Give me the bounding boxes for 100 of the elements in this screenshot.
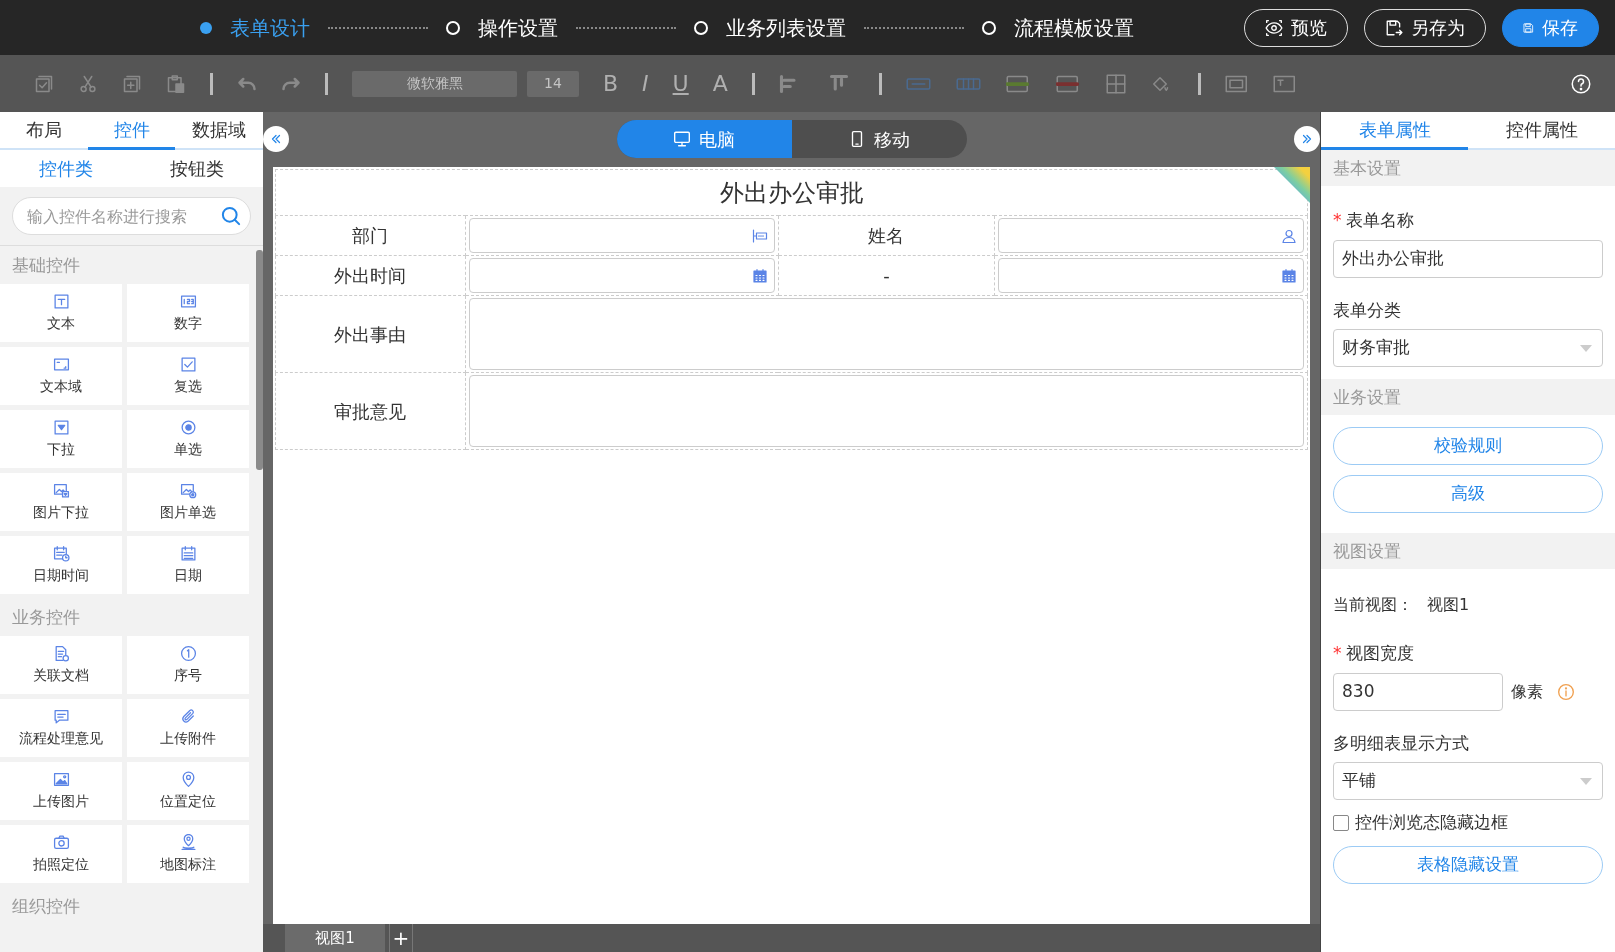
palette-label: 图片下拉 [33,502,89,522]
field-label: 外出时间 [275,255,466,296]
palette-item[interactable]: 流程处理意见 [0,699,122,757]
palette-item[interactable]: 数字 [127,284,249,342]
group-heading: 业务控件 [11,606,81,629]
palette-item[interactable]: 上传图片 [0,762,122,820]
collapse-button[interactable] [263,126,289,152]
section-heading: 视图设置 [1321,533,1615,569]
calendar-icon [179,544,197,562]
action-button[interactable]: 高级 [1333,475,1603,513]
group-heading: 基础控件 [11,254,81,277]
palette-label: 复选 [174,376,202,396]
palette-item[interactable]: 文本 [0,284,122,342]
input-field[interactable] [997,258,1304,293]
palette-item[interactable]: 单选 [127,410,249,468]
field-label: 审批意见 [275,372,466,450]
palette-label: 单选 [174,439,202,459]
section-heading: 业务设置 [1321,379,1615,415]
action-button[interactable]: 校验规则 [1333,427,1603,465]
panel-tab[interactable]: 布局 [0,112,88,150]
info-icon [1557,682,1575,701]
palette-label: 文本 [47,313,75,333]
category-tab[interactable]: 按钮类 [131,150,263,187]
double-chevron-icon [269,132,283,146]
dropdown-field[interactable]: 财务审批 [1333,329,1603,367]
text-field-icon [52,292,70,310]
palette-label: 上传附件 [160,728,216,748]
scissors-icon [78,73,98,94]
comment-icon [52,707,70,725]
palette-item[interactable]: 文本域 [0,347,122,405]
palette-item[interactable]: 关联文档 [0,636,122,694]
field-label: 姓名 [778,215,995,256]
field-label: 视图宽度 [1345,642,1414,665]
panel-tab[interactable]: 数据域 [175,112,263,150]
view-toggle[interactable]: 移动 [791,120,967,158]
person-icon [1281,227,1297,244]
paste-icon [166,73,186,94]
step-label[interactable]: 表单设计 [230,12,310,43]
view-toggle[interactable]: 电脑 [616,120,792,158]
action-button[interactable]: 表格隐藏设置 [1333,845,1603,884]
text-area[interactable] [468,375,1304,447]
palette-item[interactable]: 上传附件 [127,699,249,757]
required-mark: * [1333,209,1342,232]
paperclip-icon [179,707,197,725]
category-tab[interactable]: 控件类 [0,150,132,187]
calendar-icon [751,267,768,284]
frame-icon [1224,73,1249,94]
panel-tab[interactable]: 控件 [87,112,176,150]
palette-label: 数字 [174,313,202,333]
palette-item[interactable]: 复选 [127,347,249,405]
palette-item[interactable]: 日期 [127,536,249,594]
sheet-tab[interactable]: 视图1 [285,924,385,952]
palette-label: 地图标注 [160,854,216,874]
org-chart-icon [751,227,768,244]
eye-icon [1265,18,1283,37]
delete-row-icon [1055,73,1082,94]
dropdown-field[interactable]: 平铺 [1333,762,1603,800]
add-sheet-button[interactable]: + [389,924,413,952]
step-label[interactable]: 操作设置 [478,12,558,43]
field-label: 当前视图： [1333,594,1413,616]
save-button[interactable]: 保存 [1502,8,1599,47]
field-label: 外出事由 [275,295,466,373]
palette-label: 日期 [174,565,202,585]
palette-item[interactable]: 拍照定位 [0,825,122,883]
help-icon[interactable] [1571,73,1591,94]
palette-label: 流程处理意见 [19,728,103,748]
image-icon [52,770,70,788]
checkbox[interactable] [1333,814,1349,831]
search-field[interactable]: 输入控件名称进行搜索 [12,197,251,235]
input-field[interactable] [468,218,775,253]
text-area[interactable] [468,298,1304,370]
palette-item[interactable]: 图片单选 [127,473,249,531]
input-field[interactable] [997,218,1304,253]
palette-label: 下拉 [47,439,75,459]
radio-icon [179,418,197,436]
image-icon [52,481,70,499]
dropdown-icon [52,418,70,436]
palette-item[interactable]: 下拉 [0,410,122,468]
input-field[interactable]: 外出办公审批 [1333,239,1603,278]
image-icon [179,481,197,499]
palette-item[interactable]: 日期时间 [0,536,122,594]
palette-label: 图片单选 [160,502,216,522]
palette-label: 序号 [174,665,202,685]
expand-button[interactable] [1294,126,1320,152]
palette-item[interactable]: 地图标注 [127,825,249,883]
input-field[interactable] [468,258,775,293]
scrollbar-thumb[interactable] [256,250,263,470]
palette-item[interactable]: 图片下拉 [0,473,122,531]
save-as-icon [1385,18,1403,37]
input-field[interactable]: 830 [1333,672,1503,711]
palette-item[interactable]: 位置定位 [127,762,249,820]
palette-item[interactable]: 序号 [127,636,249,694]
table-icon [1105,73,1126,94]
camera-icon [52,833,70,851]
unit-label: 像素 [1511,680,1543,703]
field-label: 表单分类 [1333,298,1401,322]
step-label[interactable]: 业务列表设置 [726,12,846,43]
search-icon [221,206,241,226]
step-label[interactable]: 流程模板设置 [1014,12,1134,43]
checkbox-icon [179,355,197,373]
